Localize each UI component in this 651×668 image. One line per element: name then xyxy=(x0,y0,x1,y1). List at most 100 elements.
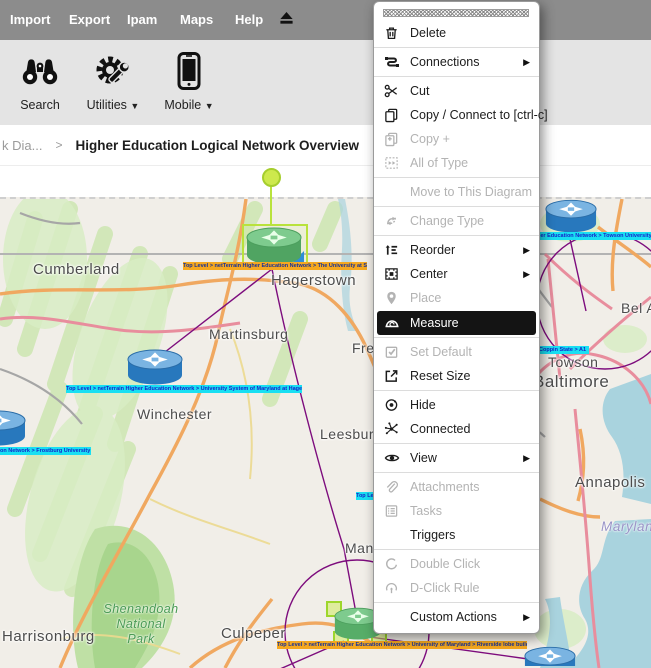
set-default-icon xyxy=(383,344,400,361)
menu-item-label: Reorder xyxy=(410,243,455,257)
menu-item-all-of-type[interactable]: All of Type xyxy=(374,151,539,175)
utilities-label: Utilities ▼ xyxy=(76,98,150,112)
menu-item-dclick-rule[interactable]: D-Click Rule xyxy=(374,576,539,600)
menu-item-custom-actions[interactable]: Custom Actions ▶ xyxy=(374,605,539,629)
breadcrumb: k Dia... > Higher Education Logical Netw… xyxy=(0,125,651,166)
menu-item-hide[interactable]: Hide xyxy=(374,393,539,417)
tasks-list-icon xyxy=(383,503,400,520)
router-node-bottom-right[interactable] xyxy=(524,646,576,666)
menu-item-label: Move to This Diagram xyxy=(410,185,532,199)
toolbar: Search Utilities ▼ xyxy=(0,40,651,126)
menu-item-reorder[interactable]: Reorder ▶ xyxy=(374,238,539,262)
router-node-frostburg[interactable] xyxy=(0,410,26,448)
menu-item-place[interactable]: Place xyxy=(374,286,539,310)
gear-wrench-icon xyxy=(76,50,150,92)
menu-item-double-click[interactable]: Double Click xyxy=(374,552,539,576)
menu-item-label: Connected xyxy=(410,422,470,436)
menu-item-label: All of Type xyxy=(410,156,468,170)
submenu-arrow-icon: ▶ xyxy=(523,269,532,280)
node-label-hagerstown[interactable]: Top Level > netTerrain Higher Education … xyxy=(66,385,302,393)
context-menu: Delete Connections ▶ Cut Copy / Connect … xyxy=(373,1,540,634)
node-label-shady-grove[interactable]: Top Level > netTerrain Higher Education … xyxy=(183,262,367,270)
menu-maps[interactable]: Maps xyxy=(180,12,213,27)
menu-item-move-to-diagram[interactable]: Move to This Diagram xyxy=(374,180,539,204)
connections-icon xyxy=(383,54,400,71)
submenu-arrow-icon: ▶ xyxy=(523,57,532,68)
menu-separator xyxy=(374,177,539,178)
chevron-down-icon: ▼ xyxy=(130,101,139,111)
menu-item-label: Hide xyxy=(410,398,436,412)
menu-help[interactable]: Help xyxy=(235,12,263,27)
scissors-icon xyxy=(383,83,400,100)
no-icon xyxy=(383,527,400,544)
menu-item-label: View xyxy=(410,451,437,465)
menu-item-attachments[interactable]: Attachments xyxy=(374,475,539,499)
menu-ipam[interactable]: Ipam xyxy=(127,12,157,27)
eye-icon xyxy=(383,450,400,467)
menu-item-view[interactable]: View ▶ xyxy=(374,446,539,470)
submenu-arrow-icon: ▶ xyxy=(523,245,532,256)
submenu-arrow-icon: ▶ xyxy=(523,453,532,464)
search-tool[interactable]: Search xyxy=(3,50,77,112)
menu-item-connected[interactable]: Connected xyxy=(374,417,539,441)
menu-item-label: Copy + xyxy=(410,132,450,146)
menu-item-label: Center xyxy=(410,267,448,281)
menu-import[interactable]: Import xyxy=(10,12,50,27)
menu-item-delete[interactable]: Delete xyxy=(374,21,539,45)
menu-item-change-type[interactable]: Change Type xyxy=(374,209,539,233)
change-type-icon xyxy=(383,213,400,230)
menu-item-set-default[interactable]: Set Default xyxy=(374,340,539,364)
menu-item-label: Triggers xyxy=(410,528,455,542)
reorder-icon xyxy=(383,242,400,259)
menu-item-copy-connect[interactable]: Copy / Connect to [ctrl-c] xyxy=(374,103,539,127)
measure-gauge-icon xyxy=(383,315,400,332)
menu-item-reset-size[interactable]: Reset Size xyxy=(374,364,539,388)
breadcrumb-parent[interactable]: k Dia... xyxy=(2,138,42,153)
menu-export[interactable]: Export xyxy=(69,12,110,27)
menu-item-copy-plus[interactable]: Copy + xyxy=(374,127,539,151)
mobile-label-text: Mobile xyxy=(164,98,201,112)
node-label-towson[interactable]: her Education Network > Towson Universit… xyxy=(537,232,651,240)
menu-separator xyxy=(374,235,539,236)
no-icon xyxy=(383,609,400,626)
selection-rotate-handle[interactable] xyxy=(262,168,281,187)
top-menu-bar: Import Export Ipam Maps Help xyxy=(0,0,651,40)
utilities-tool[interactable]: Utilities ▼ xyxy=(76,50,150,112)
dclick-rule-icon xyxy=(383,580,400,597)
selection-rotate-stem xyxy=(270,184,272,226)
eject-icon[interactable] xyxy=(279,11,294,26)
menu-item-label: Measure xyxy=(410,316,459,330)
router-node-hagerstown[interactable] xyxy=(127,349,183,387)
reset-size-icon xyxy=(383,368,400,385)
search-label: Search xyxy=(3,98,77,112)
all-of-type-icon xyxy=(383,155,400,172)
menu-separator xyxy=(374,602,539,603)
menu-item-measure[interactable]: Measure xyxy=(377,311,536,335)
paperclip-icon xyxy=(383,479,400,496)
menu-drag-handle[interactable] xyxy=(383,9,529,17)
page-title: Higher Education Logical Network Overvie… xyxy=(75,138,359,153)
menu-item-cut[interactable]: Cut xyxy=(374,79,539,103)
node-label-riverside[interactable]: Top Level > netTerrain Higher Education … xyxy=(277,641,527,649)
menu-separator xyxy=(374,549,539,550)
menu-item-label: D-Click Rule xyxy=(410,581,479,595)
router-node-towson[interactable] xyxy=(545,199,597,235)
menu-item-label: Reset Size xyxy=(410,369,470,383)
copy-plus-icon xyxy=(383,131,400,148)
menu-item-connections[interactable]: Connections ▶ xyxy=(374,50,539,74)
router-node-shady-grove[interactable] xyxy=(246,227,302,267)
park-line-1: Shenandoah xyxy=(96,602,186,617)
menu-item-label: Cut xyxy=(410,84,429,98)
map-label-shenandoah-park: Shenandoah National Park xyxy=(96,602,186,647)
binoculars-icon xyxy=(3,50,77,92)
smartphone-icon xyxy=(152,50,226,92)
node-label-partial[interactable]: Top Le xyxy=(356,492,373,500)
node-label-coppin-state[interactable]: Coppin State > A1 xyxy=(539,346,589,354)
menu-item-triggers[interactable]: Triggers xyxy=(374,523,539,547)
menu-item-tasks[interactable]: Tasks xyxy=(374,499,539,523)
submenu-arrow-icon: ▶ xyxy=(523,612,532,623)
menu-item-label: Place xyxy=(410,291,441,305)
menu-item-center[interactable]: Center ▶ xyxy=(374,262,539,286)
node-label-frostburg[interactable]: on Network > Frostburg University > A1 xyxy=(0,447,91,455)
mobile-tool[interactable]: Mobile ▼ xyxy=(152,50,226,112)
